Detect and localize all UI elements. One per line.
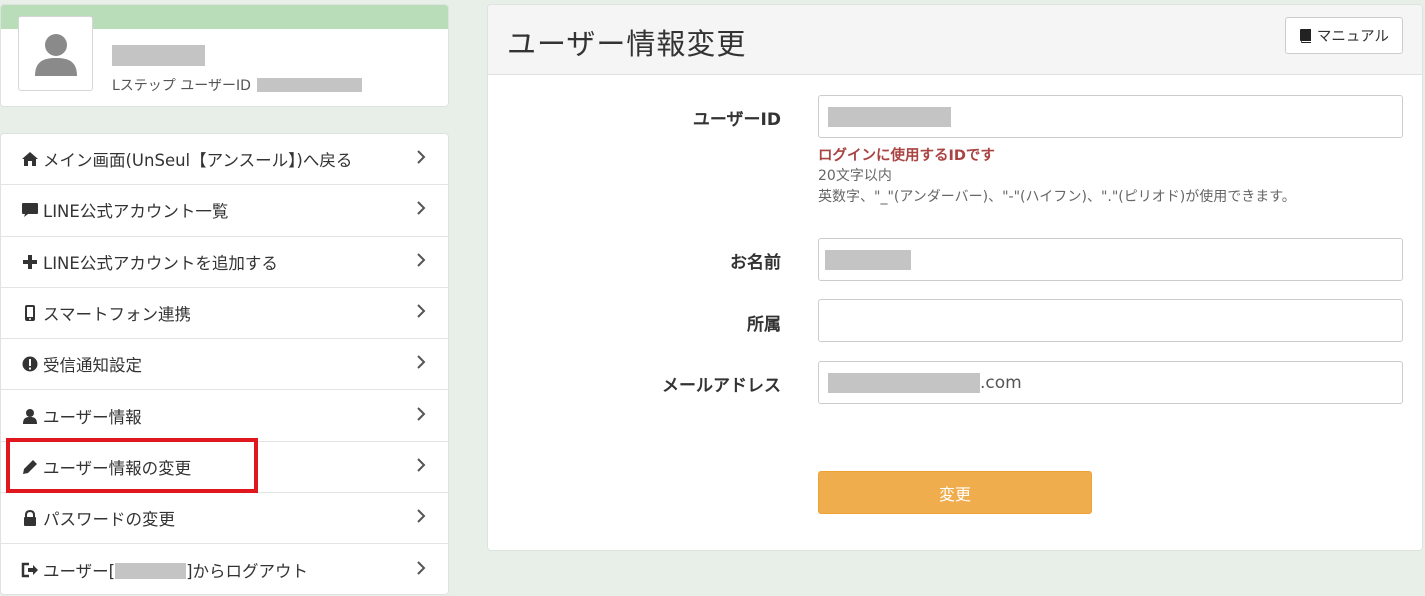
chevron-right-icon: [416, 303, 426, 323]
menu-item-change-password[interactable]: パスワードの変更: [1, 493, 448, 545]
default-user-avatar-icon: [34, 33, 77, 76]
name-input[interactable]: [818, 238, 1403, 281]
menu-item-label: スマートフォン連携: [43, 305, 192, 325]
plus-icon: [20, 252, 40, 272]
user-id-label: ユーザーID: [692, 110, 781, 130]
email-suffix: .com: [980, 372, 1022, 393]
user-id-help-chars: 英数字、"_"(アンダーバー)、"-"(ハイフン)、"."(ピリオド)が使用でき…: [818, 189, 1296, 205]
menu-item-edit-user-info[interactable]: ユーザー情報の変更: [1, 442, 448, 494]
logout-username-redacted: [115, 563, 187, 580]
profile-user-id-redacted: [256, 78, 362, 92]
logout-label-suffix: ]からログアウト: [186, 562, 309, 582]
menu-item-label: 受信通知設定: [43, 356, 142, 376]
user-icon: [20, 406, 40, 426]
profile-user-id-label: Lステップ ユーザーID: [112, 78, 251, 94]
main-panel: ユーザー情報変更 マニュアル ユーザーID ログインに使用するIDです 20文字…: [487, 4, 1423, 551]
chevron-right-icon: [416, 508, 426, 528]
sidebar-menu: メイン画面(UnSeul【アンスール】)へ戻る LINE公式アカウント一覧 LI…: [0, 133, 449, 595]
page: Lステップ ユーザーID メイン画面(UnSeul【アンスール】)へ戻る LIN…: [0, 0, 1425, 596]
panel-header: ユーザー情報変更 マニュアル: [488, 5, 1422, 75]
affiliation-input[interactable]: [818, 299, 1403, 342]
manual-button[interactable]: マニュアル: [1284, 17, 1403, 54]
menu-item-label: メイン画面(UnSeul【アンスール】)へ戻る: [43, 151, 353, 171]
user-id-help-length: 20文字以内: [818, 168, 892, 184]
menu-item-label: パスワードの変更: [43, 510, 175, 530]
user-id-value-redacted: [828, 106, 951, 127]
menu-item-back-to-main[interactable]: メイン画面(UnSeul【アンスール】)へ戻る: [1, 134, 448, 186]
chevron-right-icon: [416, 149, 426, 169]
user-id-input[interactable]: [818, 95, 1403, 138]
profile-user-id-row: Lステップ ユーザーID: [112, 75, 362, 95]
chevron-right-icon: [416, 200, 426, 220]
email-local-redacted: [828, 372, 980, 393]
logout-icon: [20, 560, 40, 580]
pencil-icon: [20, 457, 40, 477]
menu-item-user-info[interactable]: ユーザー情報: [1, 390, 448, 442]
home-icon: [20, 149, 40, 169]
user-id-help-primary: ログインに使用するIDです: [818, 148, 995, 164]
affiliation-label: 所属: [747, 315, 781, 335]
profile-card: Lステップ ユーザーID: [0, 4, 449, 107]
menu-item-notification-settings[interactable]: 受信通知設定: [1, 339, 448, 391]
chevron-right-icon: [416, 406, 426, 426]
menu-item-logout[interactable]: ユーザー[ ]からログアウト: [1, 544, 448, 595]
page-title: ユーザー情報変更: [507, 27, 747, 61]
chevron-right-icon: [416, 252, 426, 272]
submit-change-button[interactable]: 変更: [818, 471, 1092, 514]
comment-icon: [20, 200, 40, 220]
avatar: [18, 16, 93, 91]
menu-item-label: LINE公式アカウント一覧: [43, 202, 229, 222]
menu-item-label: ユーザー情報の変更: [43, 458, 192, 478]
chevron-right-icon: [416, 560, 426, 580]
mobile-phone-icon: [20, 303, 40, 323]
menu-item-label: ユーザー情報: [43, 407, 142, 427]
book-icon: [1299, 28, 1312, 43]
name-value-redacted: [825, 249, 911, 270]
email-label: メールアドレス: [662, 376, 781, 396]
logout-label-prefix: ユーザー[: [43, 562, 116, 582]
menu-item-add-line-account[interactable]: LINE公式アカウントを追加する: [1, 237, 448, 288]
menu-item-smartphone-link[interactable]: スマートフォン連携: [1, 288, 448, 340]
email-input[interactable]: .com: [818, 361, 1403, 404]
manual-button-label: マニュアル: [1316, 29, 1389, 45]
name-label: お名前: [730, 253, 781, 273]
profile-name-redacted: [112, 45, 205, 66]
menu-item-label: ユーザー[ ]からログアウト: [43, 558, 308, 582]
chevron-right-icon: [416, 354, 426, 374]
menu-item-label: LINE公式アカウントを追加する: [43, 253, 278, 273]
chevron-right-icon: [416, 457, 426, 477]
menu-item-line-accounts[interactable]: LINE公式アカウント一覧: [1, 185, 448, 237]
lock-icon: [20, 508, 40, 528]
exclamation-circle-icon: [20, 354, 40, 374]
